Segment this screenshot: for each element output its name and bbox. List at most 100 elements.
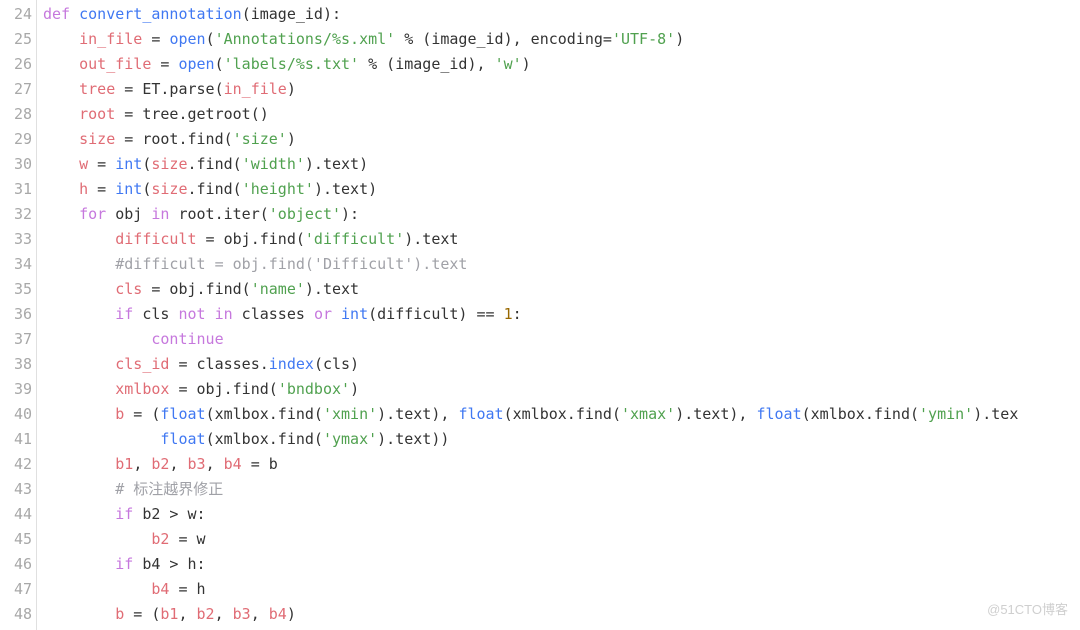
token-var: xmlbox [115, 380, 169, 398]
line-number-gutter: 2425262728293031323334353637383940414243… [0, 0, 32, 630]
token-txt: = ET.parse( [115, 80, 223, 98]
token-txt: ) [522, 55, 531, 73]
token-var: b3 [188, 455, 206, 473]
token-txt: = obj.find( [169, 380, 277, 398]
token-txt: = root.find( [115, 130, 232, 148]
code-line: float(xmlbox.find('ymax').text)) [43, 427, 1080, 452]
token-txt: ) [287, 80, 296, 98]
token-str: 'labels/%s.txt' [224, 55, 359, 73]
token-txt: , [169, 455, 187, 473]
token-txt: (cls) [314, 355, 359, 373]
token-txt: (difficult) == [368, 305, 503, 323]
token-fn: int [115, 155, 142, 173]
code-line: tree = ET.parse(in_file) [43, 77, 1080, 102]
token-txt: = w [169, 530, 205, 548]
token-txt: ) [287, 130, 296, 148]
token-txt [43, 580, 151, 598]
token-var: b1 [115, 455, 133, 473]
token-kw: not in [178, 305, 232, 323]
token-txt: ): [341, 205, 359, 223]
line-number: 31 [0, 177, 32, 202]
token-txt [332, 305, 341, 323]
line-number: 25 [0, 27, 32, 52]
code-line: w = int(size.find('width').text) [43, 152, 1080, 177]
token-var: cls_id [115, 355, 169, 373]
token-fn: int [115, 180, 142, 198]
line-number: 46 [0, 552, 32, 577]
line-number: 32 [0, 202, 32, 227]
token-txt: ) [675, 30, 684, 48]
token-txt [43, 555, 115, 573]
token-str: 'xmax' [621, 405, 675, 423]
line-number: 41 [0, 427, 32, 452]
token-txt: : [513, 305, 522, 323]
token-txt [43, 305, 115, 323]
token-str: 'width' [242, 155, 305, 173]
token-var: b2 [197, 605, 215, 623]
token-fn: open [169, 30, 205, 48]
token-kw: for [79, 205, 106, 223]
code-line: for obj in root.iter('object'): [43, 202, 1080, 227]
token-var: root [79, 105, 115, 123]
token-txt: = ( [124, 405, 160, 423]
token-txt: , [178, 605, 196, 623]
token-txt: ).text [404, 230, 458, 248]
token-var: b3 [233, 605, 251, 623]
code-line: size = root.find('size') [43, 127, 1080, 152]
token-txt [43, 455, 115, 473]
watermark: @51CTO博客 [987, 597, 1068, 622]
code-editor: 2425262728293031323334353637383940414243… [0, 0, 1080, 630]
token-fn: index [269, 355, 314, 373]
token-var: cls [115, 280, 142, 298]
token-var: b2 [151, 530, 169, 548]
token-txt: ).tex [973, 405, 1018, 423]
token-txt [43, 230, 115, 248]
token-txt: = tree.getroot() [115, 105, 269, 123]
token-txt: .find( [188, 180, 242, 198]
token-txt: = b [242, 455, 278, 473]
token-txt: = [88, 155, 115, 173]
token-var: size [151, 155, 187, 173]
token-txt: ).text), [675, 405, 756, 423]
token-com: # 标注越界修正 [115, 480, 223, 498]
token-txt: ).text), [377, 405, 458, 423]
token-txt: classes [233, 305, 314, 323]
token-txt [43, 30, 79, 48]
token-var: size [79, 130, 115, 148]
token-txt [43, 530, 151, 548]
token-kw: if [115, 505, 133, 523]
token-txt [43, 330, 151, 348]
token-txt [43, 405, 115, 423]
token-txt: obj [106, 205, 151, 223]
token-txt: (xmlbox.find( [504, 405, 621, 423]
code-line: continue [43, 327, 1080, 352]
line-number: 26 [0, 52, 32, 77]
code-line: if b4 > h: [43, 552, 1080, 577]
token-txt [43, 380, 115, 398]
token-str: 'name' [251, 280, 305, 298]
token-txt [43, 255, 115, 273]
token-var: b [115, 605, 124, 623]
token-str: 'ymax' [323, 430, 377, 448]
token-txt: = [151, 55, 178, 73]
line-number: 36 [0, 302, 32, 327]
token-txt: = h [169, 580, 205, 598]
token-kw: or [314, 305, 332, 323]
code-line: h = int(size.find('height').text) [43, 177, 1080, 202]
line-number: 48 [0, 602, 32, 627]
token-var: difficult [115, 230, 196, 248]
token-txt: = ( [124, 605, 160, 623]
code-line: b4 = h [43, 577, 1080, 602]
token-txt: b4 > h: [133, 555, 205, 573]
token-str: 'difficult' [305, 230, 404, 248]
token-txt [70, 5, 79, 23]
token-txt [43, 480, 115, 498]
line-number: 44 [0, 502, 32, 527]
token-txt: (image_id): [242, 5, 341, 23]
token-txt: , [215, 605, 233, 623]
token-txt: ).text) [314, 180, 377, 198]
token-str: 'Annotations/%s.xml' [215, 30, 396, 48]
line-number: 39 [0, 377, 32, 402]
code-line: b2 = w [43, 527, 1080, 552]
token-var: tree [79, 80, 115, 98]
